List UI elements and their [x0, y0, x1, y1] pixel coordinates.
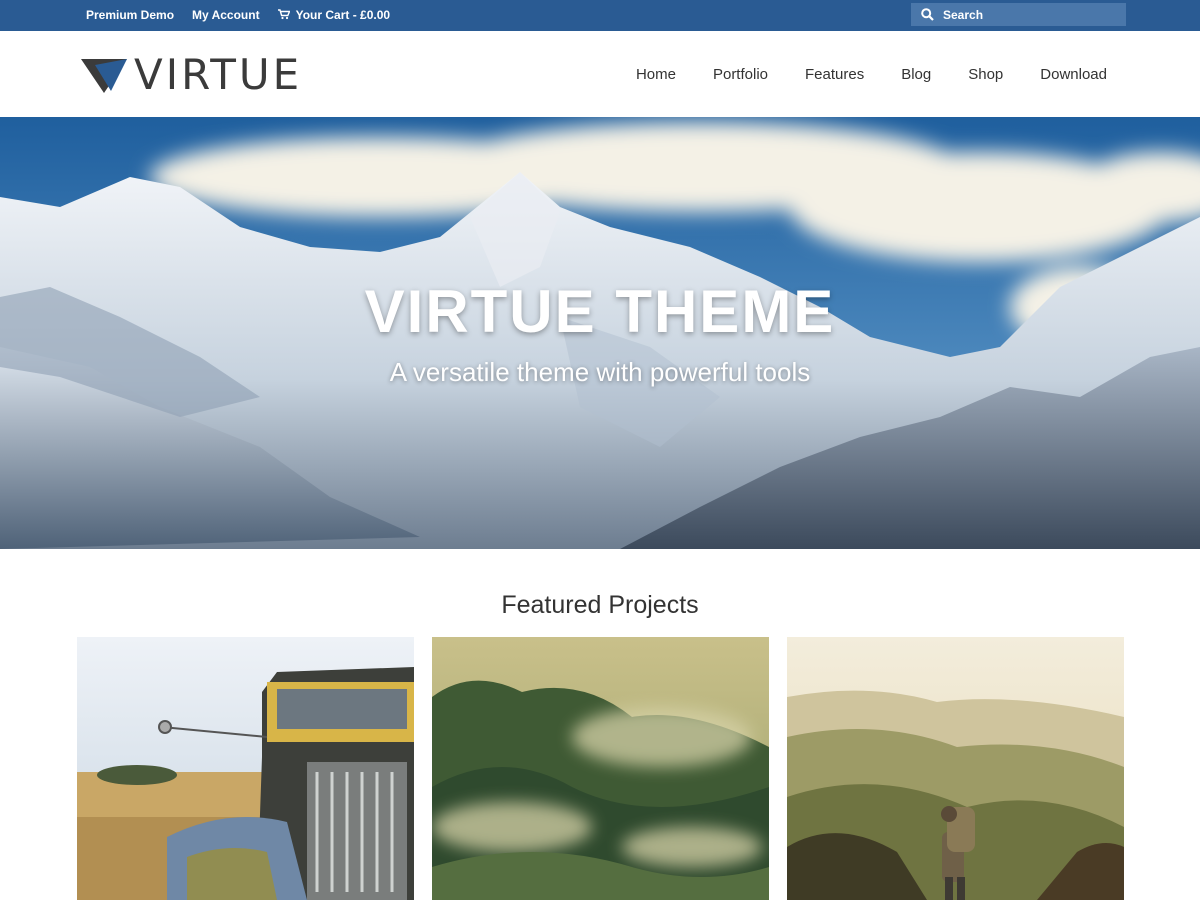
- cart-link[interactable]: Your Cart - £0.00: [277, 7, 391, 22]
- main-nav: Home Portfolio Features Blog Shop Downlo…: [636, 31, 1107, 117]
- hero-title: VIRTUE THEME: [364, 278, 836, 345]
- top-bar: Premium Demo My Account Your Cart - £0.0…: [0, 0, 1200, 31]
- project-card-hiker[interactable]: [787, 637, 1124, 900]
- site-header: VIRTUE Home Portfolio Features Blog Shop…: [0, 31, 1200, 117]
- premium-demo-link[interactable]: Premium Demo: [86, 8, 174, 22]
- search-input[interactable]: [943, 7, 1113, 22]
- nav-blog[interactable]: Blog: [901, 66, 931, 83]
- nav-features[interactable]: Features: [805, 66, 864, 83]
- forest-image: [432, 637, 769, 900]
- project-card-forest[interactable]: [432, 637, 769, 900]
- featured-projects-heading: Featured Projects: [501, 591, 699, 619]
- cart-icon: [277, 9, 290, 20]
- search-icon[interactable]: [921, 8, 934, 21]
- nav-download[interactable]: Download: [1040, 66, 1107, 83]
- logo-triangle-icon: [81, 59, 127, 93]
- featured-projects-grid: [77, 637, 1124, 900]
- search-box[interactable]: [911, 3, 1126, 26]
- hiker-image: [787, 637, 1124, 900]
- nav-shop[interactable]: Shop: [968, 66, 1003, 83]
- nav-home[interactable]: Home: [636, 66, 676, 83]
- my-account-link[interactable]: My Account: [192, 8, 260, 22]
- truck-image: [77, 637, 414, 900]
- site-logo[interactable]: VIRTUE: [81, 54, 302, 96]
- nav-portfolio[interactable]: Portfolio: [713, 66, 768, 83]
- project-card-truck[interactable]: [77, 637, 414, 900]
- cart-label: Your Cart - £0.00: [295, 7, 391, 22]
- top-links: Premium Demo My Account Your Cart - £0.0…: [86, 0, 390, 29]
- hero-banner: VIRTUE THEME A versatile theme with powe…: [0, 117, 1200, 549]
- logo-text: VIRTUE: [134, 50, 303, 99]
- hero-subtitle: A versatile theme with powerful tools: [389, 357, 811, 387]
